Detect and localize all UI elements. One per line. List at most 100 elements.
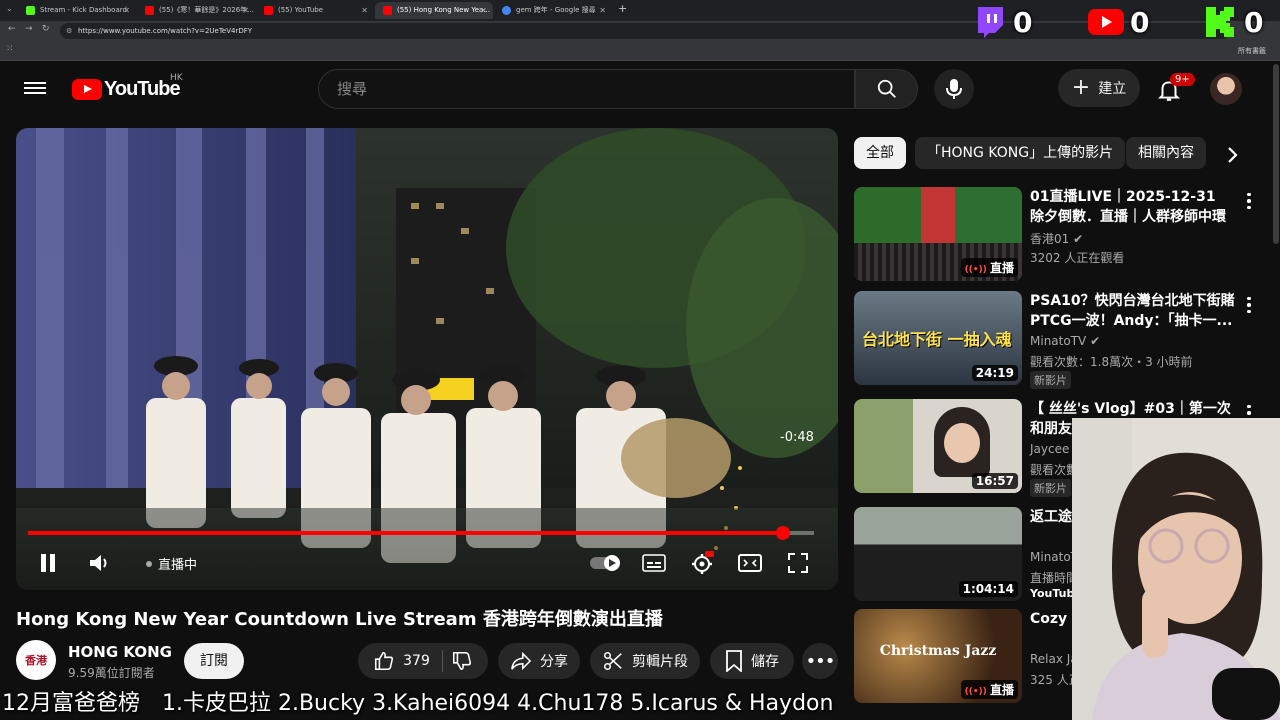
tab-label: (55) Hong Kong New Yea... [397, 6, 490, 14]
create-button[interactable]: + 建立 [1058, 69, 1140, 107]
search-button[interactable] [855, 69, 918, 109]
recommendation-thumbnail[interactable]: 台北地下街 一抽入魂 24:19 [854, 291, 1022, 385]
close-icon[interactable]: ✕ [599, 2, 606, 19]
recommendation-channel[interactable]: Relax Ja [1030, 652, 1078, 666]
youtube-viewer-counter: 0 [1088, 4, 1149, 40]
recommendation-thumbnail[interactable]: 1:04:14 [854, 507, 1022, 601]
webcam-image [1072, 418, 1280, 720]
back-icon[interactable]: ← [8, 24, 16, 34]
recommendation-channel[interactable]: MinatoTV ✔ [1030, 334, 1100, 348]
recommendation-channel[interactable]: 香港01 ✔ [1030, 230, 1083, 247]
autoplay-toggle[interactable] [590, 550, 624, 576]
subscriber-count: 9.59萬位訂閱者 [68, 666, 155, 680]
chip-related[interactable]: 相關內容 [1126, 137, 1206, 169]
new-video-badge: 新影片 [1030, 479, 1071, 497]
time-remaining: -0:48 [780, 430, 814, 445]
apps-icon[interactable]: ⁙ [6, 44, 14, 54]
recommendation-thumbnail[interactable]: 直播 [854, 187, 1022, 281]
new-tab-button[interactable]: + [618, 2, 627, 15]
clip-label: 剪輯片段 [632, 654, 688, 670]
thumbs-down-icon[interactable] [451, 650, 473, 672]
tab-label: Stream - Kick Dashboard [40, 6, 127, 14]
theater-mode-button[interactable] [736, 550, 764, 576]
pause-button[interactable] [36, 550, 60, 576]
duration-badge: 16:57 [971, 473, 1018, 489]
kick-icon [26, 6, 35, 15]
browser-tab-yt-1[interactable]: (55)《寒！華餘是》2026年... ✕ [137, 2, 255, 19]
fullscreen-button[interactable] [784, 550, 812, 576]
subtitles-button[interactable] [641, 550, 667, 576]
subscribe-button[interactable]: 訂閱 [184, 643, 244, 679]
like-count: 379 [403, 653, 430, 669]
close-icon[interactable]: ✕ [361, 2, 368, 19]
progress-played [28, 531, 783, 535]
browser-tab-hk-stream[interactable]: (55) Hong Kong New Yea... ✕ [375, 2, 493, 19]
recommendation-1[interactable]: 直播 01直播LIVE｜2025-12-31 除夕倒數．直播｜人群移師中環 8.… [854, 187, 1262, 281]
kick-icon [1206, 7, 1234, 37]
recommendation-channel[interactable]: Jaycee [1030, 442, 1069, 456]
duration-badge: 1:04:14 [958, 581, 1018, 597]
channel-name[interactable]: HONG KONG [68, 643, 172, 661]
site-info-icon[interactable]: ⚙ [66, 23, 72, 39]
more-actions-button[interactable]: ••• [802, 643, 838, 679]
youtube-logo[interactable]: YouTube HK [72, 73, 183, 101]
account-avatar[interactable] [1210, 73, 1242, 105]
save-label: 儲存 [751, 654, 779, 670]
share-icon [511, 651, 532, 671]
youtube-icon [264, 6, 273, 15]
progress-bar[interactable] [28, 526, 814, 540]
recommendation-title[interactable]: PSA10？快閃台灣台北地下街賭PTCG一波！Andy：「抽卡一... [1030, 291, 1236, 331]
twitch-icon [978, 7, 1003, 38]
browser-tab-google[interactable]: gem 跨年 - Google 搜尋 ✕ [494, 2, 612, 19]
chip-all[interactable]: 全部 [854, 137, 906, 169]
bookmark-icon [726, 650, 742, 672]
video-player[interactable]: -0:48 直播中 [16, 128, 838, 590]
tab-label: (55)《寒！華餘是》2026年... [159, 6, 254, 14]
share-label: 分享 [540, 654, 568, 670]
recommendation-2[interactable]: 台北地下街 一抽入魂 24:19 PSA10？快閃台灣台北地下街賭PTCG一波！… [854, 291, 1262, 389]
browser-tab-yt-2[interactable]: (55) YouTube ✕ [256, 2, 374, 19]
search-icon [877, 79, 896, 98]
volume-button[interactable] [86, 550, 112, 576]
more-vertical-icon[interactable] [1242, 295, 1256, 315]
youtube-icon [1088, 9, 1124, 35]
save-button[interactable]: 儲存 [710, 643, 794, 679]
forward-icon[interactable]: → [25, 24, 33, 34]
recommendation-meta: 直播時間 [1030, 571, 1079, 585]
youtube-count: 0 [1130, 5, 1150, 39]
thumbnail-caption: 台北地下街 一抽入魂 [862, 330, 1012, 349]
chevron-right-icon[interactable] [1220, 143, 1244, 167]
subtitles-icon [642, 554, 666, 572]
live-badge: 直播 [960, 258, 1018, 277]
more-vertical-icon[interactable] [1242, 191, 1256, 211]
notification-count-badge: 9+ [1170, 73, 1195, 86]
chip-channel-uploads[interactable]: 「HONG KONG」上傳的影片 [915, 137, 1126, 169]
channel-avatar[interactable]: 香港 [16, 640, 56, 680]
verified-icon: ✔ [1073, 232, 1084, 246]
twitch-count: 0 [1013, 5, 1033, 39]
page-scrollbar[interactable] [1273, 64, 1279, 244]
live-indicator[interactable]: 直播中 [146, 554, 197, 573]
recommendation-thumbnail[interactable]: 16:57 [854, 399, 1022, 493]
tab-search-icon[interactable]: ⌄ [6, 4, 13, 13]
close-icon[interactable]: ✕ [242, 2, 249, 19]
reload-icon[interactable]: ↻ [42, 24, 50, 34]
autoplay-toggle-icon [590, 555, 620, 571]
close-icon[interactable]: ✕ [480, 2, 487, 19]
like-button[interactable]: 379 [373, 650, 443, 672]
clip-button[interactable]: 剪輯片段 [590, 643, 700, 679]
voice-search-button[interactable] [934, 69, 974, 109]
scrubber-handle[interactable] [775, 526, 790, 540]
url-field[interactable]: ⚙ https://www.youtube.com/watch?v=2UeTeV… [60, 23, 1230, 39]
share-button[interactable]: 分享 [498, 643, 580, 679]
logo-text: YouTube [104, 78, 181, 100]
settings-button[interactable] [688, 550, 716, 576]
more-horizontal-icon: ••• [805, 650, 836, 672]
recommendation-title[interactable]: 01直播LIVE｜2025-12-31 除夕倒數．直播｜人群移師中環 8... [1030, 187, 1236, 227]
twitch-viewer-counter: 0 [973, 4, 1032, 40]
close-icon[interactable]: ✕ [123, 2, 130, 19]
browser-tab-kick[interactable]: Stream - Kick Dashboard ✕ [18, 2, 136, 19]
hamburger-menu-icon[interactable] [24, 79, 46, 97]
all-bookmarks[interactable]: 所有書籤 [1238, 46, 1266, 56]
search-input[interactable]: 搜尋 [318, 69, 855, 109]
